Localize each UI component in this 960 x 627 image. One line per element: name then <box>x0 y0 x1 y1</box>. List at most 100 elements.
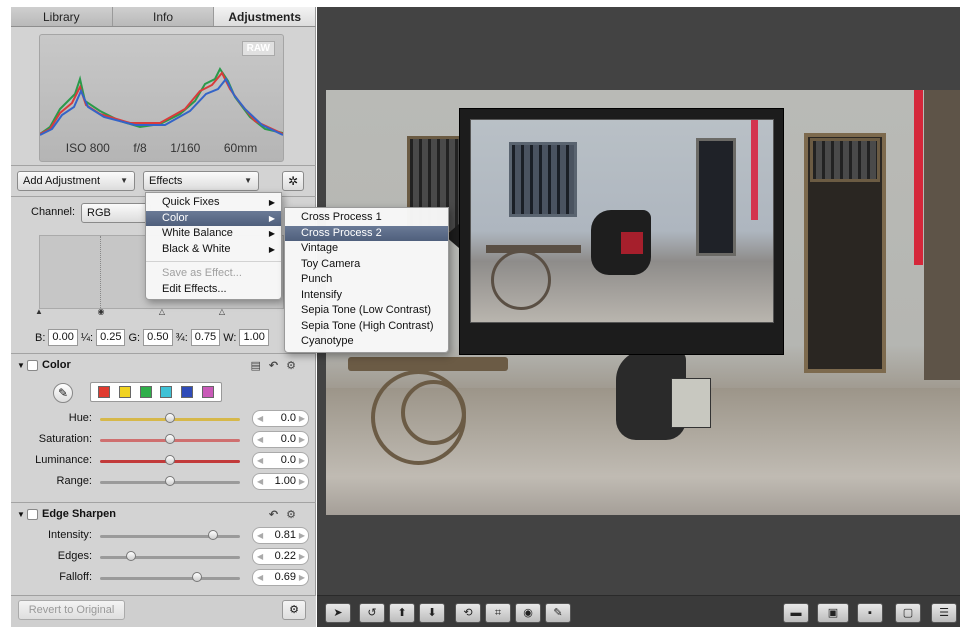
stamp-tool-button[interactable]: ⬇ <box>419 603 445 623</box>
increment-icon[interactable]: ▶ <box>299 474 305 489</box>
table-icon[interactable]: ▤ <box>251 360 269 372</box>
edge-slider-thumb[interactable] <box>125 551 136 561</box>
tab-info[interactable]: Info <box>113 7 215 26</box>
levels-white-input[interactable]: 1.00 <box>239 329 269 346</box>
color-value-stepper[interactable]: ◀ 1.00 ▶ <box>252 473 309 490</box>
increment-icon[interactable]: ▶ <box>299 411 305 426</box>
increment-icon[interactable]: ▶ <box>299 432 305 447</box>
increment-icon[interactable]: ▶ <box>299 453 305 468</box>
edge-slider-row: Edges: ◀ 0.22 ▶ <box>11 548 316 566</box>
menu-item[interactable]: Sepia Tone (Low Contrast) <box>285 303 448 319</box>
effects-popup[interactable]: Effects ▼ <box>143 171 259 191</box>
photo-door-window <box>810 138 880 182</box>
increment-icon[interactable]: ▶ <box>299 528 305 543</box>
actions-gear-button[interactable]: ⚙ <box>282 600 306 620</box>
straighten-tool-button[interactable]: ⟲ <box>455 603 481 623</box>
divider <box>11 502 316 503</box>
edge-slider-track[interactable] <box>100 535 240 538</box>
channel-popup[interactable]: RGB <box>81 203 151 223</box>
add-adjustment-popup[interactable]: Add Adjustment ▼ <box>17 171 135 191</box>
tab-adjustments[interactable]: Adjustments <box>214 7 317 26</box>
inspector-toggle-button[interactable]: ▪ <box>857 603 883 623</box>
menu-item[interactable]: Black & White ▶ <box>146 242 281 258</box>
color-value-stepper[interactable]: ◀ 0.0 ▶ <box>252 452 309 469</box>
decrement-icon[interactable]: ◀ <box>257 549 263 564</box>
color-slider-thumb[interactable] <box>165 476 175 486</box>
menu-item[interactable]: Cross Process 2 <box>285 225 448 241</box>
decrement-icon[interactable]: ◀ <box>257 528 263 543</box>
menu-item-label: Edit Effects... <box>162 282 227 295</box>
viewer-mode-button[interactable]: ▬ <box>783 603 809 623</box>
edge-slider-thumb[interactable] <box>191 572 202 582</box>
menu-item-label: White Balance <box>162 227 233 239</box>
disclosure-triangle-icon[interactable]: ▼ <box>17 361 27 370</box>
disclosure-triangle-icon[interactable]: ▼ <box>17 510 27 519</box>
levels-gray-input[interactable]: 0.50 <box>143 329 173 346</box>
rotate-tool-button[interactable]: ↺ <box>359 603 385 623</box>
gear-icon[interactable]: ⚙ <box>286 360 304 372</box>
eyedropper-button[interactable]: ✎ <box>53 383 73 403</box>
menu-item[interactable]: Cross Process 1 <box>285 210 448 226</box>
menu-item[interactable]: Sepia Tone (High Contrast) <box>285 319 448 335</box>
color-enable-checkbox[interactable] <box>27 359 38 371</box>
filmstrip-button[interactable]: ☰ <box>931 603 957 623</box>
decrement-icon[interactable]: ◀ <box>257 411 263 426</box>
color-swatch[interactable] <box>180 386 193 398</box>
color-swatch[interactable] <box>160 386 173 398</box>
pointer-tool-button[interactable]: ➤ <box>325 603 351 623</box>
menu-item[interactable]: Edit Effects... <box>146 282 281 298</box>
fullscreen-button[interactable]: ▢ <box>895 603 921 623</box>
menu-item[interactable]: White Balance ▶ <box>146 226 281 242</box>
color-value-stepper[interactable]: ◀ 0.0 ▶ <box>252 431 309 448</box>
redeye-tool-button[interactable]: ◉ <box>515 603 541 623</box>
tab-library[interactable]: Library <box>11 7 113 26</box>
edge-value-stepper[interactable]: ◀ 0.69 ▶ <box>252 569 309 586</box>
edge-slider-thumb[interactable] <box>208 530 219 540</box>
menu-item[interactable]: Vintage <box>285 241 448 257</box>
decrement-icon[interactable]: ◀ <box>257 453 263 468</box>
auto-enhance-button[interactable]: ✲ <box>282 171 304 191</box>
menu-item[interactable]: Intensify <box>285 288 448 304</box>
color-swatch[interactable] <box>139 386 152 398</box>
increment-icon[interactable]: ▶ <box>299 549 305 564</box>
levels-quarter-handle[interactable]: ◉ <box>97 307 105 317</box>
color-slider-label: Hue: <box>68 412 92 424</box>
gear-icon[interactable]: ⚙ <box>286 509 304 521</box>
levels-black-handle[interactable]: ▲ <box>35 307 43 317</box>
decrement-icon[interactable]: ◀ <box>257 474 263 489</box>
levels-threequarter-handle[interactable]: △ <box>218 307 226 317</box>
crop-tool-button[interactable]: ⌗ <box>485 603 511 623</box>
levels-black-input[interactable]: 0.00 <box>48 329 78 346</box>
menu-item[interactable]: Quick Fixes ▶ <box>146 195 281 211</box>
lift-tool-button[interactable]: ⬆ <box>389 603 415 623</box>
menu-item[interactable]: Color ▶ <box>146 210 281 226</box>
channel-value: RGB <box>87 207 111 219</box>
color-slider-thumb[interactable] <box>165 455 175 465</box>
menu-item[interactable]: Cyanotype <box>285 334 448 350</box>
color-slider-thumb[interactable] <box>165 434 175 444</box>
levels-quarter-input[interactable]: 0.25 <box>96 329 126 346</box>
compare-button[interactable]: ▣ <box>817 603 849 623</box>
revert-to-original-button[interactable]: Revert to Original <box>18 600 125 620</box>
reset-icon[interactable]: ↶ <box>269 360 286 372</box>
edge-slider-track[interactable] <box>100 577 240 580</box>
menu-item[interactable]: Punch <box>285 272 448 288</box>
edge-slider-track[interactable] <box>100 556 240 559</box>
color-swatch[interactable] <box>118 386 131 398</box>
edge-value-stepper[interactable]: ◀ 0.22 ▶ <box>252 548 309 565</box>
levels-gray-handle[interactable]: △ <box>158 307 166 317</box>
decrement-icon[interactable]: ◀ <box>257 570 263 585</box>
levels-threequarter-input[interactable]: 0.75 <box>190 329 221 346</box>
reset-icon[interactable]: ↶ <box>269 509 286 521</box>
decrement-icon[interactable]: ◀ <box>257 432 263 447</box>
brush-tool-button[interactable]: ✎ <box>545 603 571 623</box>
edge-sharpen-enable-checkbox[interactable] <box>27 508 38 520</box>
color-slider-thumb[interactable] <box>165 413 175 423</box>
menu-item[interactable]: Toy Camera <box>285 257 448 273</box>
color-swatch[interactable] <box>201 386 214 398</box>
edge-value-stepper[interactable]: ◀ 0.81 ▶ <box>252 527 309 544</box>
color-swatch[interactable] <box>98 386 111 398</box>
increment-icon[interactable]: ▶ <box>299 570 305 585</box>
color-value-stepper[interactable]: ◀ 0.0 ▶ <box>252 410 309 427</box>
filmstrip-icon: ☰ <box>939 607 949 619</box>
